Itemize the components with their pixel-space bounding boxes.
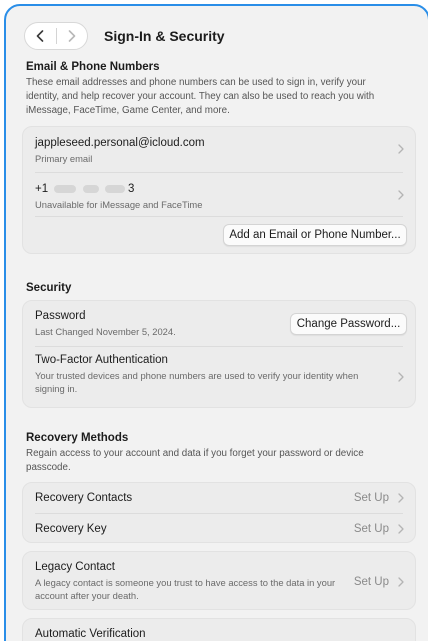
legacy-contact-row[interactable]: Legacy Contact A legacy contact is someo… [23,552,415,611]
chevron-right-icon [398,577,404,587]
chevron-left-icon [36,30,44,42]
auto-verification-row[interactable]: Automatic Verification [23,619,415,641]
security-group: Password Last Changed November 5, 2024. … [22,300,416,408]
two-factor-row[interactable]: Two-Factor Authentication Your trusted d… [23,347,415,407]
legacy-contact-setup: Set Up [353,576,389,588]
auto-verification-group: Automatic Verification [22,618,416,641]
recovery-group: Recovery Contacts Set Up Recovery Key Se… [22,482,416,543]
two-factor-caption: Your trusted devices and phone numbers a… [35,370,359,394]
add-email-phone-button[interactable]: Add an Email or Phone Number... [223,224,407,246]
primary-email-row[interactable]: jappleseed.personal@icloud.com Primary e… [23,127,415,172]
redacted-block [54,184,77,193]
recovery-key-setup: Set Up [353,523,389,535]
settings-window: Sign-In & Security Email & Phone Numbers… [4,4,428,641]
email-phone-group: jappleseed.personal@icloud.com Primary e… [22,126,416,254]
legacy-contact-group: Legacy Contact A legacy contact is someo… [22,551,416,610]
phone-number-row[interactable]: +1 3 Unavailable for iMessage and FaceTi… [23,173,415,216]
recovery-contacts-label: Recovery Contacts [35,492,133,504]
chevron-right-icon [398,190,404,200]
two-factor-label: Two-Factor Authentication [35,354,168,366]
redacted-block [104,184,125,193]
back-button[interactable] [25,22,56,50]
legacy-contact-caption: A legacy contact is someone you trust to… [35,577,336,601]
chevron-right-icon [68,30,76,42]
chevron-right-icon [398,372,404,382]
phone-suffix: 3 [127,183,135,195]
password-caption: Last Changed November 5, 2024. [35,326,176,337]
chevron-right-icon [398,524,404,534]
recovery-key-label: Recovery Key [35,523,107,535]
navigation-buttons [24,22,88,50]
change-password-button[interactable]: Change Password... [290,313,407,335]
recovery-contacts-setup: Set Up [353,492,389,504]
auto-verification-label: Automatic Verification [35,628,146,640]
title-bar: Sign-In & Security [6,6,428,58]
recovery-key-row[interactable]: Recovery Key Set Up [23,514,415,544]
email-section-title: Email & Phone Numbers [26,61,160,73]
legacy-contact-label: Legacy Contact [35,561,115,573]
recovery-section-title: Recovery Methods [26,432,129,444]
chevron-right-icon [398,493,404,503]
redacted-block [82,184,99,193]
phone-prefix: +1 [35,183,49,195]
page-title: Sign-In & Security [104,28,225,44]
email-value: jappleseed.personal@icloud.com [35,137,205,149]
chevron-right-icon [398,144,404,154]
security-section-title: Security [26,282,72,294]
email-section-description: These email addresses and phone numbers … [26,77,375,116]
password-row: Password Last Changed November 5, 2024. … [23,301,415,345]
password-label: Password [35,310,86,322]
phone-caption: Unavailable for iMessage and FaceTime [35,199,203,210]
recovery-contacts-row[interactable]: Recovery Contacts Set Up [23,483,415,513]
phone-value: +1 3 [35,183,134,195]
email-caption: Primary email [35,153,93,164]
forward-button[interactable] [56,22,87,50]
recovery-section-description: Regain access to your account and data i… [26,448,364,473]
row-divider [35,216,403,217]
